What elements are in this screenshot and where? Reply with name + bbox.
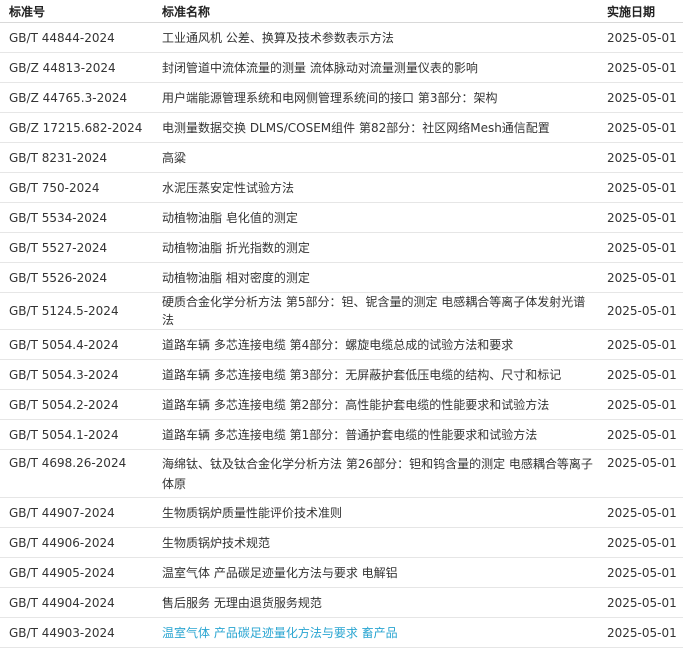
standard-code: GB/T 5054.1-2024 (0, 419, 153, 450)
table-row: GB/T 44904-2024 售后服务 无理由退货服务规范 2025-05-0… (0, 587, 683, 618)
header-row: 标准号 标准名称 实施日期 (0, 0, 683, 23)
effective-date: 2025-05-01 (594, 449, 683, 498)
effective-date: 2025-05-01 (594, 232, 683, 263)
standard-code: GB/T 44844-2024 (0, 22, 153, 53)
standard-name-link[interactable]: 道路车辆 多芯连接电缆 第4部分：螺旋电缆总成的试验方法和要求 (153, 329, 594, 360)
effective-date: 2025-05-01 (594, 172, 683, 203)
standard-code: GB/T 5124.5-2024 (0, 292, 153, 330)
effective-date: 2025-05-01 (594, 142, 683, 173)
table-body: GB/T 44844-2024 工业通风机 公差、换算及技术参数表示方法 202… (0, 22, 683, 648)
standard-name-link[interactable]: 用户端能源管理系统和电网侧管理系统间的接口 第3部分：架构 (153, 82, 594, 113)
standard-name-link[interactable]: 电测量数据交换 DLMS/COSEM组件 第82部分：社区网络Mesh通信配置 (153, 112, 594, 143)
table-header: 标准号 标准名称 实施日期 (0, 0, 683, 23)
table-row: GB/T 5534-2024 动植物油脂 皂化值的测定 2025-05-01 (0, 202, 683, 233)
standard-code: GB/T 44903-2024 (0, 617, 153, 648)
table-row: GB/Z 44813-2024 封闭管道中流体流量的测量 流体脉动对流量测量仪表… (0, 52, 683, 83)
standard-name-link[interactable]: 动植物油脂 皂化值的测定 (153, 202, 594, 233)
header-standard-name: 标准名称 (153, 0, 594, 23)
standard-code: GB/T 8231-2024 (0, 142, 153, 173)
standard-code: GB/T 5054.4-2024 (0, 329, 153, 360)
standard-name-link[interactable]: 水泥压蒸安定性试验方法 (153, 172, 594, 203)
standard-name-link[interactable]: 道路车辆 多芯连接电缆 第1部分：普通护套电缆的性能要求和试验方法 (153, 419, 594, 450)
standard-name-link[interactable]: 动植物油脂 相对密度的测定 (153, 262, 594, 293)
table-row: GB/T 4698.26-2024 海绵钛、钛及钛合金化学分析方法 第26部分：… (0, 449, 683, 498)
table-row: GB/T 5526-2024 动植物油脂 相对密度的测定 2025-05-01 (0, 262, 683, 293)
effective-date: 2025-05-01 (594, 292, 683, 330)
table-row: GB/T 750-2024 水泥压蒸安定性试验方法 2025-05-01 (0, 172, 683, 203)
effective-date: 2025-05-01 (594, 419, 683, 450)
standard-name-link[interactable]: 道路车辆 多芯连接电缆 第2部分：高性能护套电缆的性能要求和试验方法 (153, 389, 594, 420)
effective-date: 2025-05-01 (594, 527, 683, 558)
header-standard-code: 标准号 (0, 0, 153, 23)
standard-name-link[interactable]: 动植物油脂 折光指数的测定 (153, 232, 594, 263)
table-row: GB/T 44906-2024 生物质锅炉技术规范 2025-05-01 (0, 527, 683, 558)
standard-code: GB/T 5526-2024 (0, 262, 153, 293)
standard-name-link[interactable]: 海绵钛、钛及钛合金化学分析方法 第26部分：钽和钨含量的测定 电感耦合等离子体原 (153, 449, 594, 498)
table-row: GB/T 5527-2024 动植物油脂 折光指数的测定 2025-05-01 (0, 232, 683, 263)
effective-date: 2025-05-01 (594, 202, 683, 233)
table-row: GB/T 5054.4-2024 道路车辆 多芯连接电缆 第4部分：螺旋电缆总成… (0, 329, 683, 360)
effective-date: 2025-05-01 (594, 557, 683, 588)
standard-code: GB/T 44904-2024 (0, 587, 153, 618)
standard-name-link[interactable]: 硬质合金化学分析方法 第5部分：钽、铌含量的测定 电感耦合等离子体发射光谱法 (153, 292, 594, 330)
effective-date: 2025-05-01 (594, 497, 683, 528)
table-row: GB/T 44907-2024 生物质锅炉质量性能评价技术准则 2025-05-… (0, 497, 683, 528)
standard-name-link[interactable]: 高粱 (153, 142, 594, 173)
standard-code: GB/T 5054.2-2024 (0, 389, 153, 420)
effective-date: 2025-05-01 (594, 52, 683, 83)
standard-code: GB/Z 17215.682-2024 (0, 112, 153, 143)
effective-date: 2025-05-01 (594, 359, 683, 390)
standard-code: GB/T 44905-2024 (0, 557, 153, 588)
effective-date: 2025-05-01 (594, 112, 683, 143)
effective-date: 2025-05-01 (594, 329, 683, 360)
effective-date: 2025-05-01 (594, 587, 683, 618)
standard-name-link[interactable]: 封闭管道中流体流量的测量 流体脉动对流量测量仪表的影响 (153, 52, 594, 83)
effective-date: 2025-05-01 (594, 617, 683, 648)
standard-name-link[interactable]: 生物质锅炉技术规范 (153, 527, 594, 558)
table-row: GB/T 44905-2024 温室气体 产品碳足迹量化方法与要求 电解铝 20… (0, 557, 683, 588)
table-row: GB/T 8231-2024 高粱 2025-05-01 (0, 142, 683, 173)
table-row: GB/Z 17215.682-2024 电测量数据交换 DLMS/COSEM组件… (0, 112, 683, 143)
table-row: GB/T 5054.2-2024 道路车辆 多芯连接电缆 第2部分：高性能护套电… (0, 389, 683, 420)
standard-name-link[interactable]: 售后服务 无理由退货服务规范 (153, 587, 594, 618)
effective-date: 2025-05-01 (594, 22, 683, 53)
effective-date: 2025-05-01 (594, 389, 683, 420)
effective-date: 2025-05-01 (594, 82, 683, 113)
standard-code: GB/Z 44813-2024 (0, 52, 153, 83)
table-row: GB/T 5054.1-2024 道路车辆 多芯连接电缆 第1部分：普通护套电缆… (0, 419, 683, 450)
standards-table: 标准号 标准名称 实施日期 GB/T 44844-2024 工业通风机 公差、换… (0, 0, 683, 648)
standard-code: GB/T 5054.3-2024 (0, 359, 153, 390)
table-row: GB/Z 44765.3-2024 用户端能源管理系统和电网侧管理系统间的接口 … (0, 82, 683, 113)
effective-date: 2025-05-01 (594, 262, 683, 293)
standard-code: GB/T 5527-2024 (0, 232, 153, 263)
standard-name-link[interactable]: 道路车辆 多芯连接电缆 第3部分：无屏蔽护套低压电缆的结构、尺寸和标记 (153, 359, 594, 390)
standard-name-link[interactable]: 生物质锅炉质量性能评价技术准则 (153, 497, 594, 528)
standard-code: GB/T 4698.26-2024 (0, 449, 153, 498)
table-row: GB/T 5124.5-2024 硬质合金化学分析方法 第5部分：钽、铌含量的测… (0, 292, 683, 330)
standard-name-link[interactable]: 工业通风机 公差、换算及技术参数表示方法 (153, 22, 594, 53)
table-row: GB/T 44844-2024 工业通风机 公差、换算及技术参数表示方法 202… (0, 22, 683, 53)
table-row: GB/T 5054.3-2024 道路车辆 多芯连接电缆 第3部分：无屏蔽护套低… (0, 359, 683, 390)
standard-code: GB/T 44906-2024 (0, 527, 153, 558)
standard-code: GB/T 5534-2024 (0, 202, 153, 233)
standard-name-link[interactable]: 温室气体 产品碳足迹量化方法与要求 电解铝 (153, 557, 594, 588)
standard-name-link-hovered[interactable]: 温室气体 产品碳足迹量化方法与要求 畜产品 (153, 617, 594, 648)
header-effective-date: 实施日期 (594, 0, 683, 23)
standard-code: GB/T 44907-2024 (0, 497, 153, 528)
standard-code: GB/T 750-2024 (0, 172, 153, 203)
standard-code: GB/Z 44765.3-2024 (0, 82, 153, 113)
table-row: GB/T 44903-2024 温室气体 产品碳足迹量化方法与要求 畜产品 20… (0, 617, 683, 648)
